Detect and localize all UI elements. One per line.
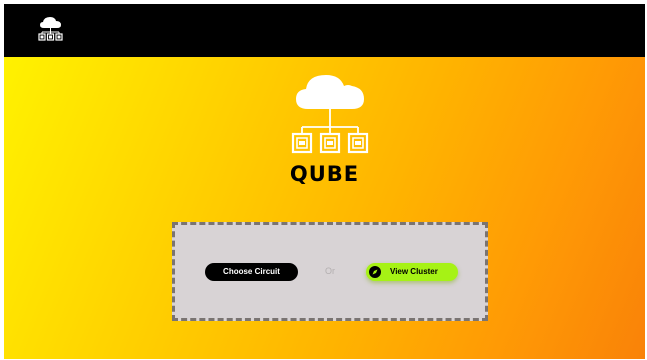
compass-icon <box>369 266 381 278</box>
choose-circuit-label: Choose Circuit <box>223 267 280 276</box>
view-cluster-label: View Cluster <box>390 267 438 276</box>
action-panel: Choose Circuit Or View Cluster <box>172 222 488 321</box>
cloud-network-icon[interactable] <box>38 15 64 45</box>
or-separator: Or <box>325 266 335 276</box>
choose-circuit-button[interactable]: Choose Circuit <box>205 263 298 281</box>
cloud-network-icon <box>291 75 369 154</box>
top-bar <box>4 4 645 57</box>
view-cluster-button[interactable]: View Cluster <box>366 263 458 281</box>
app-frame: QUBE Choose Circuit Or View Cluster <box>4 4 645 359</box>
app-title: QUBE <box>289 162 360 186</box>
hero-section: QUBE Choose Circuit Or View Cluster <box>4 57 645 359</box>
